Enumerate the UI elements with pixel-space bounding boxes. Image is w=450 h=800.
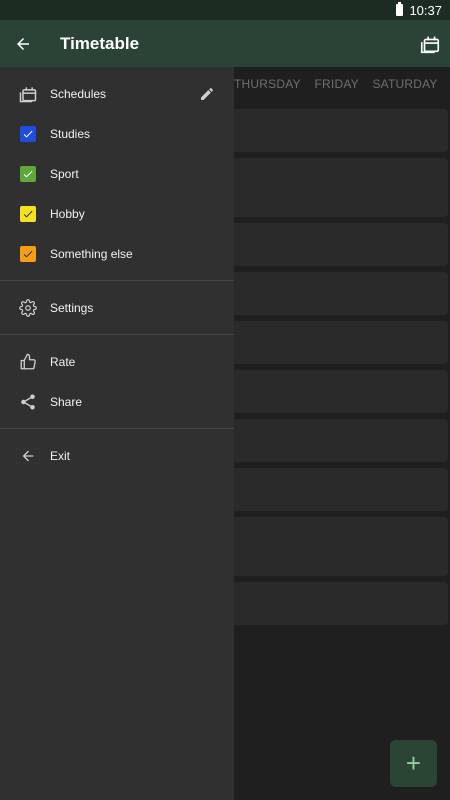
drawer-item-exit[interactable]: Exit: [0, 436, 234, 476]
back-arrow-icon[interactable]: [0, 20, 46, 67]
drawer-item-label: Hobby: [50, 207, 85, 221]
drawer-item-schedules[interactable]: Schedules: [0, 74, 234, 114]
divider: [0, 280, 234, 281]
timetable-row[interactable]: [218, 158, 448, 217]
day-headers: THURSDAY FRIDAY SATURDAY: [234, 77, 450, 99]
drawer-item-hobby[interactable]: Hobby: [0, 194, 234, 234]
timetable-row[interactable]: [218, 321, 448, 364]
day-header[interactable]: THURSDAY: [234, 77, 313, 99]
timetable-row[interactable]: [218, 468, 448, 511]
checkbox-checked-icon[interactable]: [18, 244, 38, 264]
schedules-icon: [18, 84, 38, 104]
navigation-drawer: Schedules Studies Sport Hobby Something …: [0, 67, 234, 800]
drawer-item-share[interactable]: Share: [0, 382, 234, 422]
checkbox-checked-icon[interactable]: [18, 204, 38, 224]
drawer-item-label: Something else: [50, 247, 133, 261]
timetable-row[interactable]: [218, 582, 448, 625]
drawer-item-rate[interactable]: Rate: [0, 342, 234, 382]
calendars-icon[interactable]: [416, 30, 444, 58]
plus-icon: +: [405, 748, 422, 778]
timetable-row[interactable]: [218, 419, 448, 462]
divider: [0, 428, 234, 429]
drawer-item-something-else[interactable]: Something else: [0, 234, 234, 274]
drawer-item-label: Share: [50, 395, 83, 409]
timetable-row[interactable]: [218, 223, 448, 266]
checkbox-checked-icon[interactable]: [18, 124, 38, 144]
app-bar: Timetable: [0, 20, 450, 67]
timetable-row[interactable]: [218, 272, 448, 315]
drawer-item-sport[interactable]: Sport: [0, 154, 234, 194]
drawer-item-label: Exit: [50, 449, 71, 463]
drawer-item-label: Schedules: [50, 87, 107, 101]
drawer-item-settings[interactable]: Settings: [0, 288, 234, 328]
checkbox-checked-icon[interactable]: [18, 164, 38, 184]
thumbs-up-icon: [18, 352, 38, 372]
drawer-item-label: Settings: [50, 301, 94, 315]
page-title: Timetable: [60, 33, 140, 53]
add-button[interactable]: +: [390, 740, 437, 787]
divider: [0, 334, 234, 335]
battery-icon: [396, 2, 404, 16]
share-icon: [18, 392, 38, 412]
drawer-item-label: Sport: [50, 167, 79, 181]
timetable-row[interactable]: [218, 517, 448, 576]
status-bar: 10:37: [0, 0, 450, 20]
day-header[interactable]: FRIDAY: [313, 77, 372, 99]
timetable-row[interactable]: [218, 370, 448, 413]
pencil-icon[interactable]: [198, 85, 216, 103]
drawer-item-studies[interactable]: Studies: [0, 114, 234, 154]
gear-icon: [18, 298, 38, 318]
arrow-left-icon: [18, 446, 38, 466]
timetable-row[interactable]: [218, 109, 448, 152]
drawer-item-label: Studies: [50, 127, 91, 141]
drawer-item-label: Rate: [50, 355, 76, 369]
day-header[interactable]: SATURDAY: [371, 77, 450, 99]
status-time: 10:37: [409, 2, 442, 18]
